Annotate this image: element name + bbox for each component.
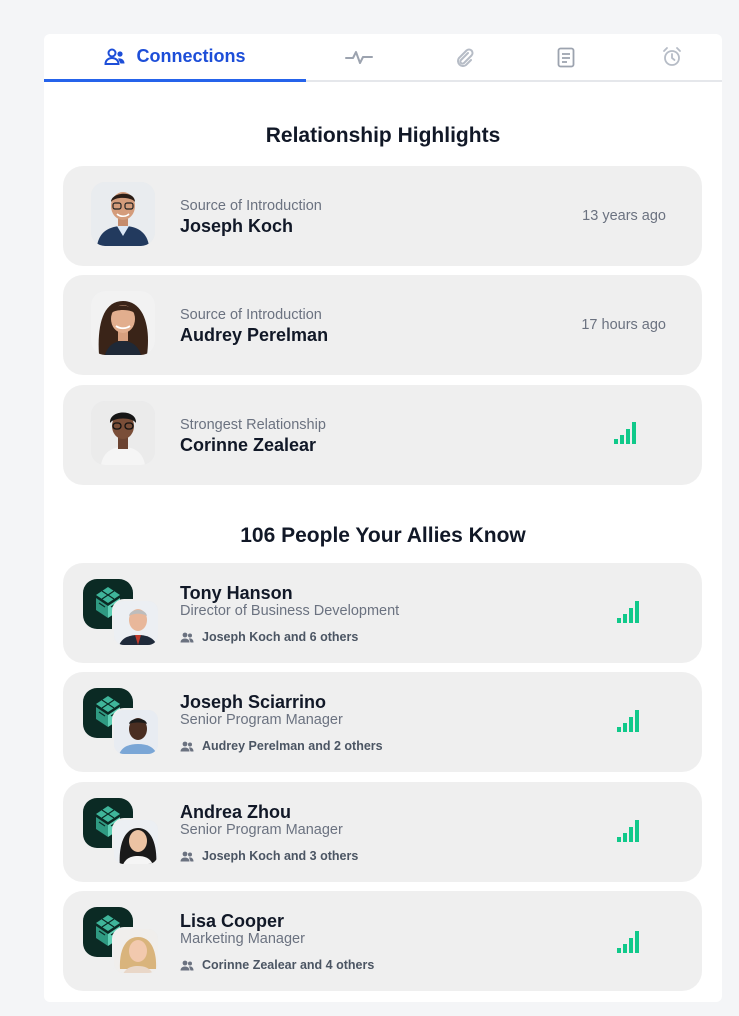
signal-strength-icon bbox=[614, 422, 636, 444]
ally-row[interactable]: Andrea Zhou Senior Program Manager Josep… bbox=[63, 782, 702, 882]
highlight-subtitle: Source of Introduction bbox=[180, 198, 322, 214]
signal-strength-icon bbox=[617, 710, 639, 732]
highlight-name: Audrey Perelman bbox=[180, 325, 329, 345]
avatar bbox=[91, 401, 155, 465]
mutual-text: Audrey Perelman and 2 others bbox=[202, 739, 383, 753]
highlight-subtitle: Strongest Relationship bbox=[180, 417, 326, 433]
ally-title: Director of Business Development bbox=[180, 603, 400, 619]
mutual-text: Joseph Koch and 6 others bbox=[202, 630, 359, 644]
tab-reminders[interactable] bbox=[647, 34, 697, 80]
ally-name: Tony Hanson bbox=[180, 583, 293, 603]
avatar bbox=[112, 927, 160, 975]
allies-heading: 106 People Your Allies Know bbox=[240, 524, 526, 547]
ally-title: Senior Program Manager bbox=[180, 712, 343, 728]
ally-title: Senior Program Manager bbox=[180, 822, 343, 838]
mutual-connections[interactable]: Joseph Koch and 6 others bbox=[180, 630, 358, 644]
people-icon bbox=[180, 960, 194, 970]
signal-strength-icon bbox=[617, 820, 639, 842]
tab-connections[interactable]: Connections bbox=[44, 34, 306, 82]
connections-panel: Connections Relationship Highlights Sour… bbox=[21, 8, 739, 1016]
ally-row[interactable]: Tony Hanson Director of Business Develop… bbox=[63, 563, 702, 663]
signal-strength-icon bbox=[617, 931, 639, 953]
mutual-text: Corinne Zealear and 4 others bbox=[202, 958, 375, 972]
highlight-row[interactable]: Strongest Relationship Corinne Zealear bbox=[63, 385, 702, 485]
mutual-text: Joseph Koch and 3 others bbox=[202, 849, 359, 863]
tab-activity[interactable] bbox=[334, 34, 384, 80]
people-icon bbox=[104, 48, 126, 66]
people-icon bbox=[180, 741, 194, 751]
people-icon bbox=[180, 632, 194, 642]
paperclip-icon bbox=[454, 47, 474, 67]
highlights-heading: Relationship Highlights bbox=[265, 124, 501, 147]
highlight-time: 13 years ago bbox=[582, 208, 666, 224]
avatar bbox=[91, 291, 155, 355]
highlight-row[interactable]: Source of Introduction Audrey Perelman 1… bbox=[63, 275, 702, 375]
highlight-name: Joseph Koch bbox=[180, 216, 294, 236]
highlight-row[interactable]: Source of Introduction Joseph Koch 13 ye… bbox=[63, 166, 702, 266]
tab-connections-label: Connections bbox=[136, 46, 246, 66]
mutual-connections[interactable]: Joseph Koch and 3 others bbox=[180, 849, 358, 863]
tab-notes[interactable] bbox=[541, 34, 591, 80]
signal-strength-icon bbox=[617, 601, 639, 623]
document-icon bbox=[557, 47, 575, 68]
avatar bbox=[112, 818, 160, 866]
mutual-connections[interactable]: Corinne Zealear and 4 others bbox=[180, 958, 374, 972]
avatar bbox=[112, 599, 160, 647]
ally-row[interactable]: Lisa Cooper Marketing Manager Corinne Ze… bbox=[63, 891, 702, 991]
ally-title: Marketing Manager bbox=[180, 931, 305, 947]
connections-card: Connections Relationship Highlights Sour… bbox=[44, 34, 722, 1002]
ally-row[interactable]: Joseph Sciarrino Senior Program Manager … bbox=[63, 672, 702, 772]
people-icon bbox=[180, 851, 194, 861]
tab-attachments[interactable] bbox=[439, 34, 489, 80]
highlight-subtitle: Source of Introduction bbox=[180, 307, 322, 323]
avatar bbox=[91, 182, 155, 246]
tab-bar: Connections bbox=[44, 34, 722, 82]
avatar bbox=[112, 708, 160, 756]
mutual-connections[interactable]: Audrey Perelman and 2 others bbox=[180, 739, 383, 753]
ally-name: Lisa Cooper bbox=[180, 911, 285, 931]
highlight-name: Corinne Zealear bbox=[180, 435, 317, 455]
ally-name: Andrea Zhou bbox=[180, 802, 291, 822]
highlight-time: 17 hours ago bbox=[581, 317, 666, 333]
ally-name: Joseph Sciarrino bbox=[180, 692, 327, 712]
alarm-clock-icon bbox=[661, 46, 683, 68]
activity-icon bbox=[345, 50, 373, 64]
